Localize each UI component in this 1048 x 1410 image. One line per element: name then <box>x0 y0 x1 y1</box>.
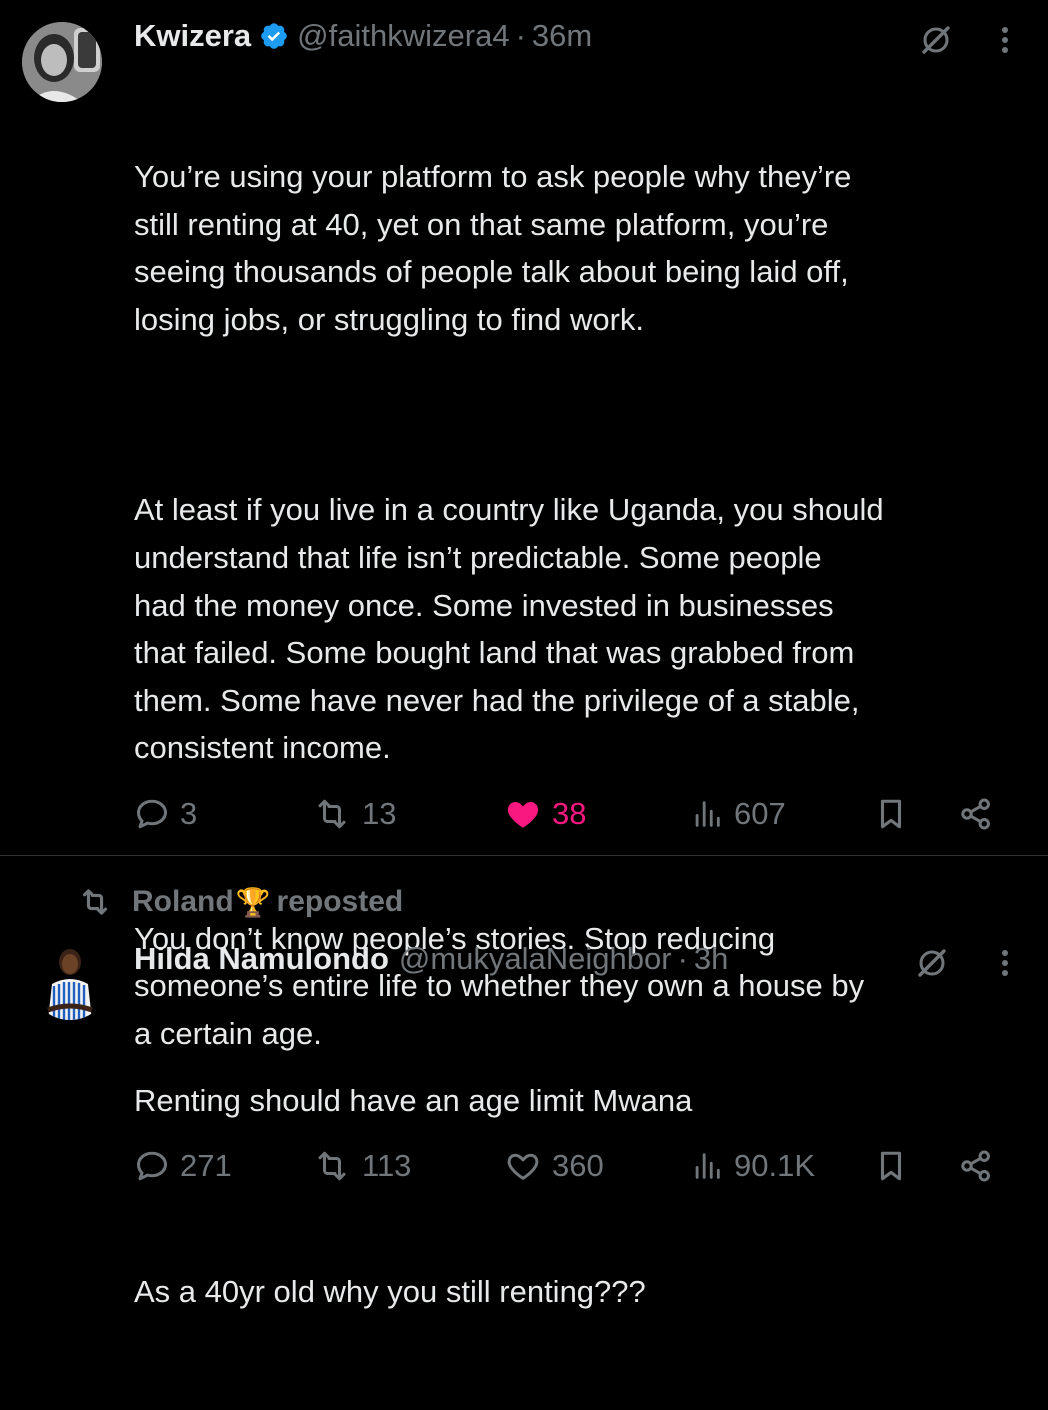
like-button[interactable]: 360 <box>504 1144 604 1188</box>
avatar-image <box>22 22 102 102</box>
repost-count: 13 <box>362 796 397 831</box>
views-bars-icon <box>695 801 720 827</box>
bookmark-button[interactable] <box>874 792 908 836</box>
repost-count: 113 <box>362 1148 412 1183</box>
tweet-header: Hilda Namulondo @mukyalaNeighbor · 3h <box>134 939 728 979</box>
bookmark-icon <box>880 799 902 829</box>
display-name[interactable]: Kwizera <box>134 16 251 56</box>
avatar-kwizera[interactable] <box>22 22 102 102</box>
header-separator: · <box>515 18 526 53</box>
reply-button[interactable]: 3 <box>134 792 197 836</box>
grok-icon[interactable] <box>914 18 958 62</box>
header-separator: · <box>677 941 688 976</box>
repost-arrows-icon <box>318 799 346 829</box>
more-dots-icon[interactable] <box>990 20 1020 60</box>
share-button[interactable] <box>958 792 994 836</box>
tweet-kwizera[interactable]: Kwizera @faithkwizera4 · 36m You’re usin… <box>0 0 1048 1051</box>
like-count: 360 <box>552 1148 604 1183</box>
share-icon <box>961 1150 990 1182</box>
repost-button[interactable]: 13 <box>312 792 396 836</box>
tweet-hilda[interactable]: Hilda Namulondo @mukyalaNeighbor · 3h Re… <box>0 856 1048 1309</box>
heart-icon <box>507 1153 539 1180</box>
heart-icon <box>507 802 539 828</box>
handle[interactable]: @faithkwizera4 <box>297 16 509 56</box>
tweet-paragraph: At least if you live in a country like U… <box>134 492 884 766</box>
views-button[interactable]: 90.1K <box>690 1144 815 1188</box>
avatar-hilda[interactable] <box>30 940 110 1020</box>
share-button[interactable] <box>958 1144 994 1188</box>
avatar-image <box>30 940 110 1020</box>
action-bar: 3 13 38 607 <box>134 792 1014 836</box>
views-button[interactable]: 607 <box>690 792 786 836</box>
views-count: 607 <box>734 796 786 831</box>
views-bars-icon <box>695 1153 720 1179</box>
repost-arrows-icon <box>318 1151 346 1181</box>
reply-bubble-icon <box>137 799 167 829</box>
bookmark-button[interactable] <box>874 1144 908 1188</box>
handle[interactable]: @mukyalaNeighbor <box>399 939 672 979</box>
action-bar: 271 113 360 90.1K <box>134 1144 1014 1188</box>
tweet-body: Renting should have an age limit Mwana A… <box>134 982 1034 1410</box>
tweet-paragraph: You’re using your platform to ask people… <box>134 159 852 337</box>
share-icon <box>961 798 990 830</box>
reply-count: 3 <box>180 796 198 831</box>
tweet-paragraph: As a 40yr old why you still renting??? <box>134 1273 646 1309</box>
views-count: 90.1K <box>734 1148 816 1183</box>
tweet-paragraph: Renting should have an age limit Mwana <box>134 1083 693 1119</box>
more-dots-icon[interactable] <box>990 943 1020 983</box>
verified-badge-icon <box>259 21 289 51</box>
reply-button[interactable]: 271 <box>134 1144 232 1188</box>
reply-count: 271 <box>180 1148 232 1183</box>
reply-bubble-icon <box>137 1151 167 1181</box>
tweet-header: Kwizera @faithkwizera4 · 36m <box>134 16 592 56</box>
display-name[interactable]: Hilda Namulondo <box>134 939 389 979</box>
repost-button[interactable]: 113 <box>312 1144 411 1188</box>
grok-icon[interactable] <box>910 941 954 985</box>
timestamp[interactable]: 3h <box>694 939 728 979</box>
like-count: 38 <box>552 796 587 831</box>
timestamp[interactable]: 36m <box>532 16 592 56</box>
like-button[interactable]: 38 <box>504 792 586 836</box>
bookmark-icon <box>880 1151 902 1181</box>
